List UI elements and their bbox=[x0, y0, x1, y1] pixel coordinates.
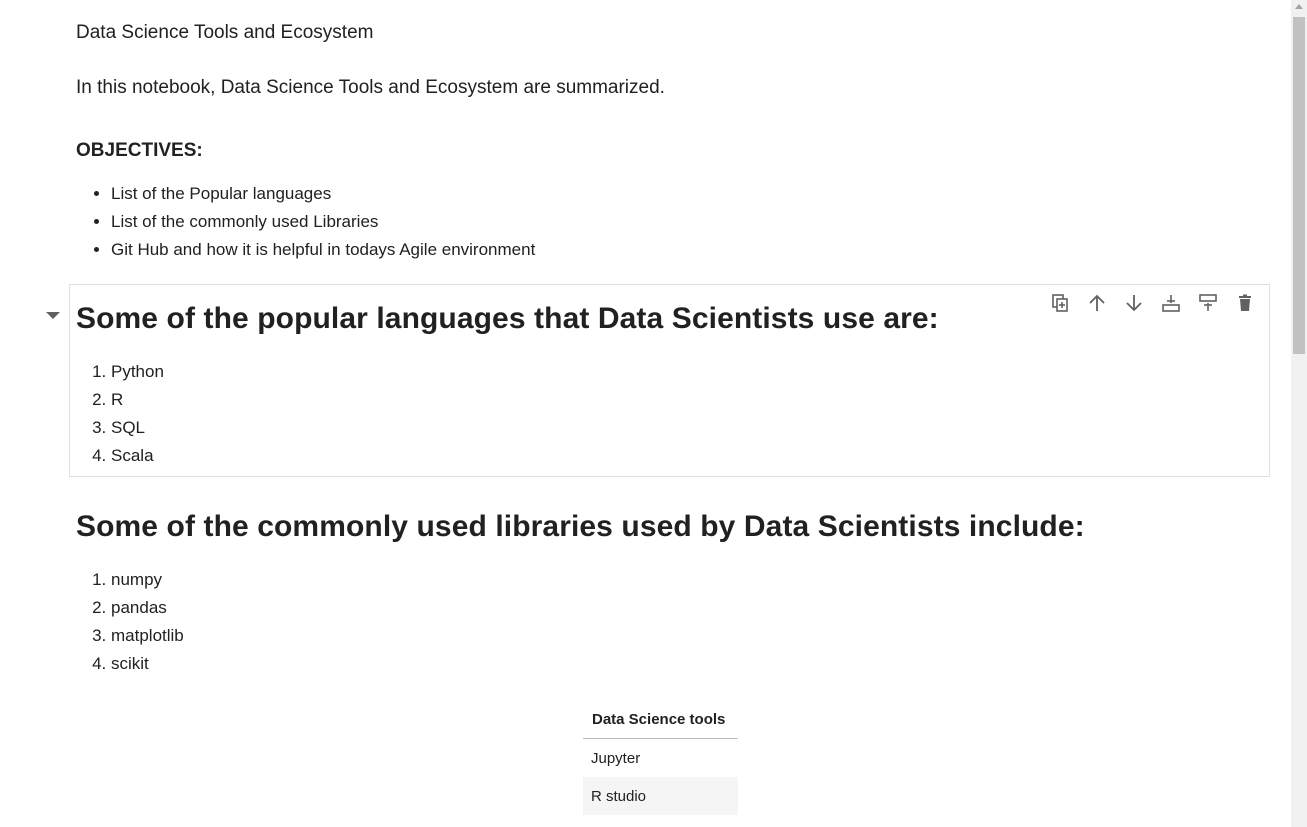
notebook-title: Data Science Tools and Ecosystem bbox=[76, 22, 374, 43]
data-science-tools-table: Data Science tools Jupyter R studio bbox=[583, 702, 738, 815]
table-header-cell: Data Science tools bbox=[583, 702, 738, 739]
libraries-list: numpy pandas matplotlib scikit bbox=[76, 566, 184, 678]
objectives-heading: OBJECTIVES: bbox=[76, 140, 203, 161]
list-item: Git Hub and how it is helpful in todays … bbox=[111, 236, 535, 264]
list-item: pandas bbox=[111, 594, 184, 622]
insert-below-icon bbox=[1199, 294, 1217, 311]
list-item: R bbox=[111, 386, 164, 414]
vertical-scrollbar[interactable] bbox=[1291, 0, 1307, 827]
list-item: Python bbox=[111, 358, 164, 386]
notebook-page: Data Science Tools and Ecosystem In this… bbox=[0, 0, 1291, 827]
scrollbar-thumb[interactable] bbox=[1293, 17, 1305, 354]
duplicate-cell-button[interactable] bbox=[1047, 290, 1073, 316]
collapse-heading-toggle-icon[interactable] bbox=[46, 312, 60, 319]
table-cell: Jupyter bbox=[591, 750, 641, 767]
list-item: SQL bbox=[111, 414, 164, 442]
cell-toolbar bbox=[1047, 290, 1258, 316]
notebook-intro: In this notebook, Data Science Tools and… bbox=[76, 77, 665, 98]
trash-icon bbox=[1239, 294, 1251, 311]
move-down-button[interactable] bbox=[1121, 290, 1147, 316]
languages-heading: Some of the popular languages that Data … bbox=[76, 302, 939, 335]
insert-cell-below-button[interactable] bbox=[1195, 290, 1221, 316]
delete-cell-button[interactable] bbox=[1232, 290, 1258, 316]
insert-cell-above-button[interactable] bbox=[1158, 290, 1184, 316]
objectives-list: List of the Popular languages List of th… bbox=[76, 180, 535, 264]
list-item: List of the Popular languages bbox=[111, 180, 535, 208]
arrow-down-icon bbox=[1126, 295, 1142, 312]
list-item: Scala bbox=[111, 442, 164, 470]
list-item: numpy bbox=[111, 566, 184, 594]
table-header-row: Data Science tools bbox=[583, 702, 738, 739]
arrow-up-icon bbox=[1089, 294, 1105, 311]
insert-above-icon bbox=[1162, 295, 1180, 312]
list-item: List of the commonly used Libraries bbox=[111, 208, 535, 236]
table-row: R studio bbox=[583, 777, 738, 815]
scroll-up-arrow-icon[interactable] bbox=[1295, 4, 1303, 9]
list-item: matplotlib bbox=[111, 622, 184, 650]
list-item: scikit bbox=[111, 650, 184, 678]
move-up-button[interactable] bbox=[1084, 290, 1110, 316]
table-row: Jupyter bbox=[583, 739, 738, 778]
languages-list: Python R SQL Scala bbox=[76, 358, 164, 470]
duplicate-icon bbox=[1052, 294, 1068, 312]
table-cell: R studio bbox=[583, 777, 738, 815]
libraries-heading: Some of the commonly used libraries used… bbox=[76, 510, 1085, 543]
